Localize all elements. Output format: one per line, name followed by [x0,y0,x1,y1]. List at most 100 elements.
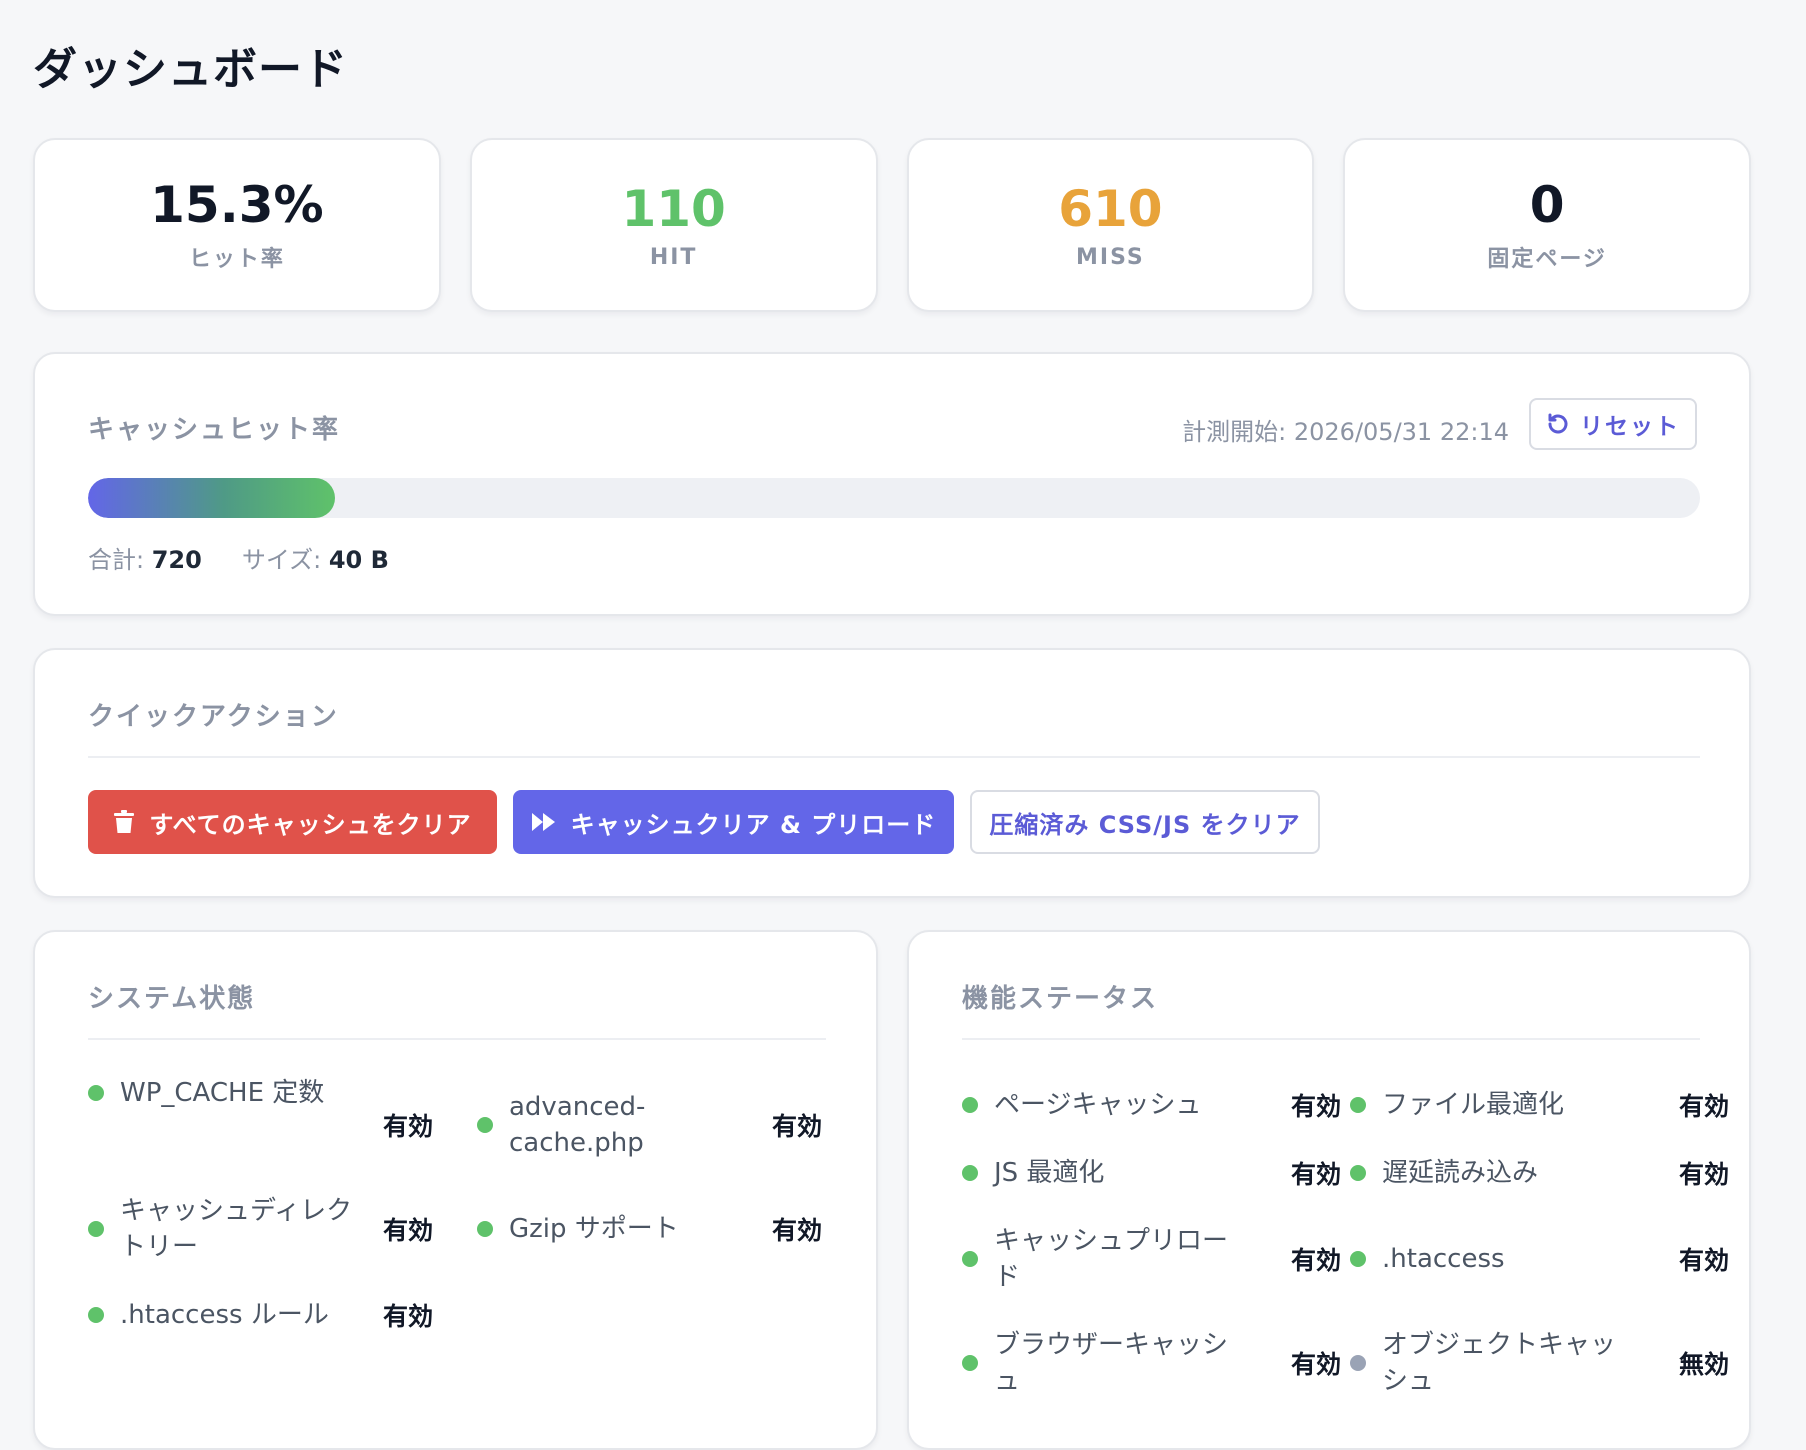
stat-value: 0 [1529,176,1565,234]
clear-all-cache-button[interactable]: すべてのキャッシュをクリア [88,790,497,854]
quick-actions-buttons: すべてのキャッシュをクリア キャッシュクリア & プリロード 圧縮済み CSS/… [88,790,1320,854]
status-item: Gzip サポート [477,1211,679,1247]
status-value: 有効 [383,1112,434,1141]
fast-forward-icon [531,813,555,831]
feature-status-card: 機能ステータス ページキャッシュ 有効 ファイル最適化 有効 JS 最適化 有効… [907,930,1751,1450]
stat-label: ヒット率 [188,247,285,272]
status-value: 有効 [1679,1160,1730,1189]
stat-value: 110 [621,179,726,238]
clear-all-cache-label: すべてのキャッシュをクリア [149,810,472,839]
clear-and-preload-label: キャッシュクリア & プリロード [570,810,937,839]
status-dot [88,1085,104,1101]
status-item: オブジェクトキャッ シュ [1350,1327,1616,1399]
status-value: 有効 [383,1216,434,1245]
status-dot [1350,1251,1366,1267]
status-item: 遅延読み込み [1350,1155,1538,1191]
trash-icon [114,810,135,833]
status-value: 有効 [1291,1350,1342,1379]
status-value: 有効 [1291,1246,1342,1275]
rotate-ccw-icon [1548,413,1568,434]
hit-rate-progress-bar [88,478,1700,518]
stat-card-hit-rate: 15.3% ヒット率 [33,138,441,312]
status-item: JS 最適化 [962,1155,1104,1191]
status-item: ファイル最適化 [1350,1087,1564,1123]
status-item: advanced- cache.php [477,1089,659,1161]
status-label: advanced- cache.php [509,1092,646,1158]
status-label: ブラウザーキャッシ ュ [994,1330,1229,1396]
cache-size: サイズ: 40 B [242,540,389,575]
system-status-title: システム状態 [88,984,256,1014]
size-value: 40 B [328,546,389,574]
status-label: JS 最適化 [994,1158,1105,1188]
stat-card-miss: 610 MISS [906,138,1315,312]
status-dot-disabled [1350,1355,1366,1371]
status-value: 有効 [772,1216,823,1245]
status-value: 有効 [772,1112,823,1141]
feature-status-title: 機能ステータス [962,984,1159,1014]
status-dot [962,1097,978,1113]
status-dot [1350,1097,1366,1113]
stat-label: MISS [1075,244,1145,270]
status-item: .htaccess [1350,1241,1505,1277]
size-label: サイズ: [241,546,322,574]
page-title: ダッシュボード [33,44,348,95]
divider [962,1038,1700,1040]
total-label: 合計: [88,546,145,574]
stat-value: 15.3% [150,176,324,234]
stat-label: HIT [649,244,698,270]
divider [88,756,1700,758]
status-value: 有効 [1679,1092,1730,1121]
status-label: .htaccess [1382,1244,1505,1274]
status-value: 有効 [383,1302,434,1331]
status-label: キャッシュディレク トリー [120,1196,353,1262]
status-dot [88,1221,104,1237]
status-value: 有効 [1291,1160,1342,1189]
measure-start-text: 計測開始: 2026/05/31 22:14 [1182,418,1509,446]
status-label: ページキャッシュ [994,1090,1202,1120]
system-status-card: システム状態 WP_CACHE 定数 有効 advanced- cache.ph… [33,930,878,1450]
stat-value: 610 [1058,179,1163,238]
stat-card-fixed-pages: 0 固定ページ [1343,138,1751,312]
status-item: .htaccess ルール [88,1297,329,1333]
dashboard-page: ダッシュボード 15.3% ヒット率 110 HIT 610 MISS 0 固定… [33,0,1751,1450]
stats-row: 15.3% ヒット率 110 HIT 610 MISS 0 固定ページ [33,138,1751,312]
clear-and-preload-button[interactable]: キャッシュクリア & プリロード [513,790,954,854]
status-value: 有効 [1291,1092,1342,1121]
status-dot [1350,1165,1366,1181]
status-label: Gzip サポート [509,1214,679,1244]
status-value: 無効 [1679,1350,1730,1379]
status-item: ブラウザーキャッシ ュ [962,1327,1228,1399]
status-item: キャッシュプリロー ド [962,1223,1228,1295]
quick-actions-title: クイックアクション [88,702,339,732]
divider [88,1038,826,1040]
status-dot [477,1221,493,1237]
status-item: キャッシュディレク トリー [88,1193,352,1265]
status-dot [88,1307,104,1323]
status-dot [962,1355,978,1371]
status-item: ページキャッシュ [962,1087,1201,1123]
stat-card-hit: 110 HIT [469,138,878,312]
status-label: オブジェクトキャッ シュ [1382,1330,1617,1396]
status-dot [962,1251,978,1267]
status-item: WP_CACHE 定数 [88,1075,324,1111]
total-count: 合計: 720 [88,540,202,575]
stat-label: 固定ページ [1487,247,1607,272]
total-value: 720 [151,546,202,574]
hit-rate-card: キャッシュヒット率 計測開始: 2026/05/31 22:14 リセット 合計… [33,352,1751,616]
reset-button[interactable]: リセット [1529,398,1697,450]
status-label: WP_CACHE 定数 [120,1078,325,1108]
status-value: 有効 [1679,1246,1730,1275]
status-label: ファイル最適化 [1382,1090,1565,1120]
status-label: キャッシュプリロー ド [994,1226,1229,1292]
hit-rate-title: キャッシュヒット率 [88,415,341,445]
reset-label: リセット [1580,414,1680,440]
clear-compressed-label: 圧縮済み CSS/JS をクリア [989,810,1301,839]
totals-row: 合計: 720 サイズ: 40 B [88,540,389,575]
status-dot [962,1165,978,1181]
hit-rate-progress-fill [88,478,335,518]
status-dot [477,1117,493,1133]
quick-actions-card: クイックアクション すべてのキャッシュをクリア キャッシュクリア & プリロード [33,648,1751,898]
clear-compressed-button[interactable]: 圧縮済み CSS/JS をクリア [970,790,1320,854]
status-label: .htaccess ルール [120,1300,329,1330]
status-label: 遅延読み込み [1382,1158,1539,1188]
